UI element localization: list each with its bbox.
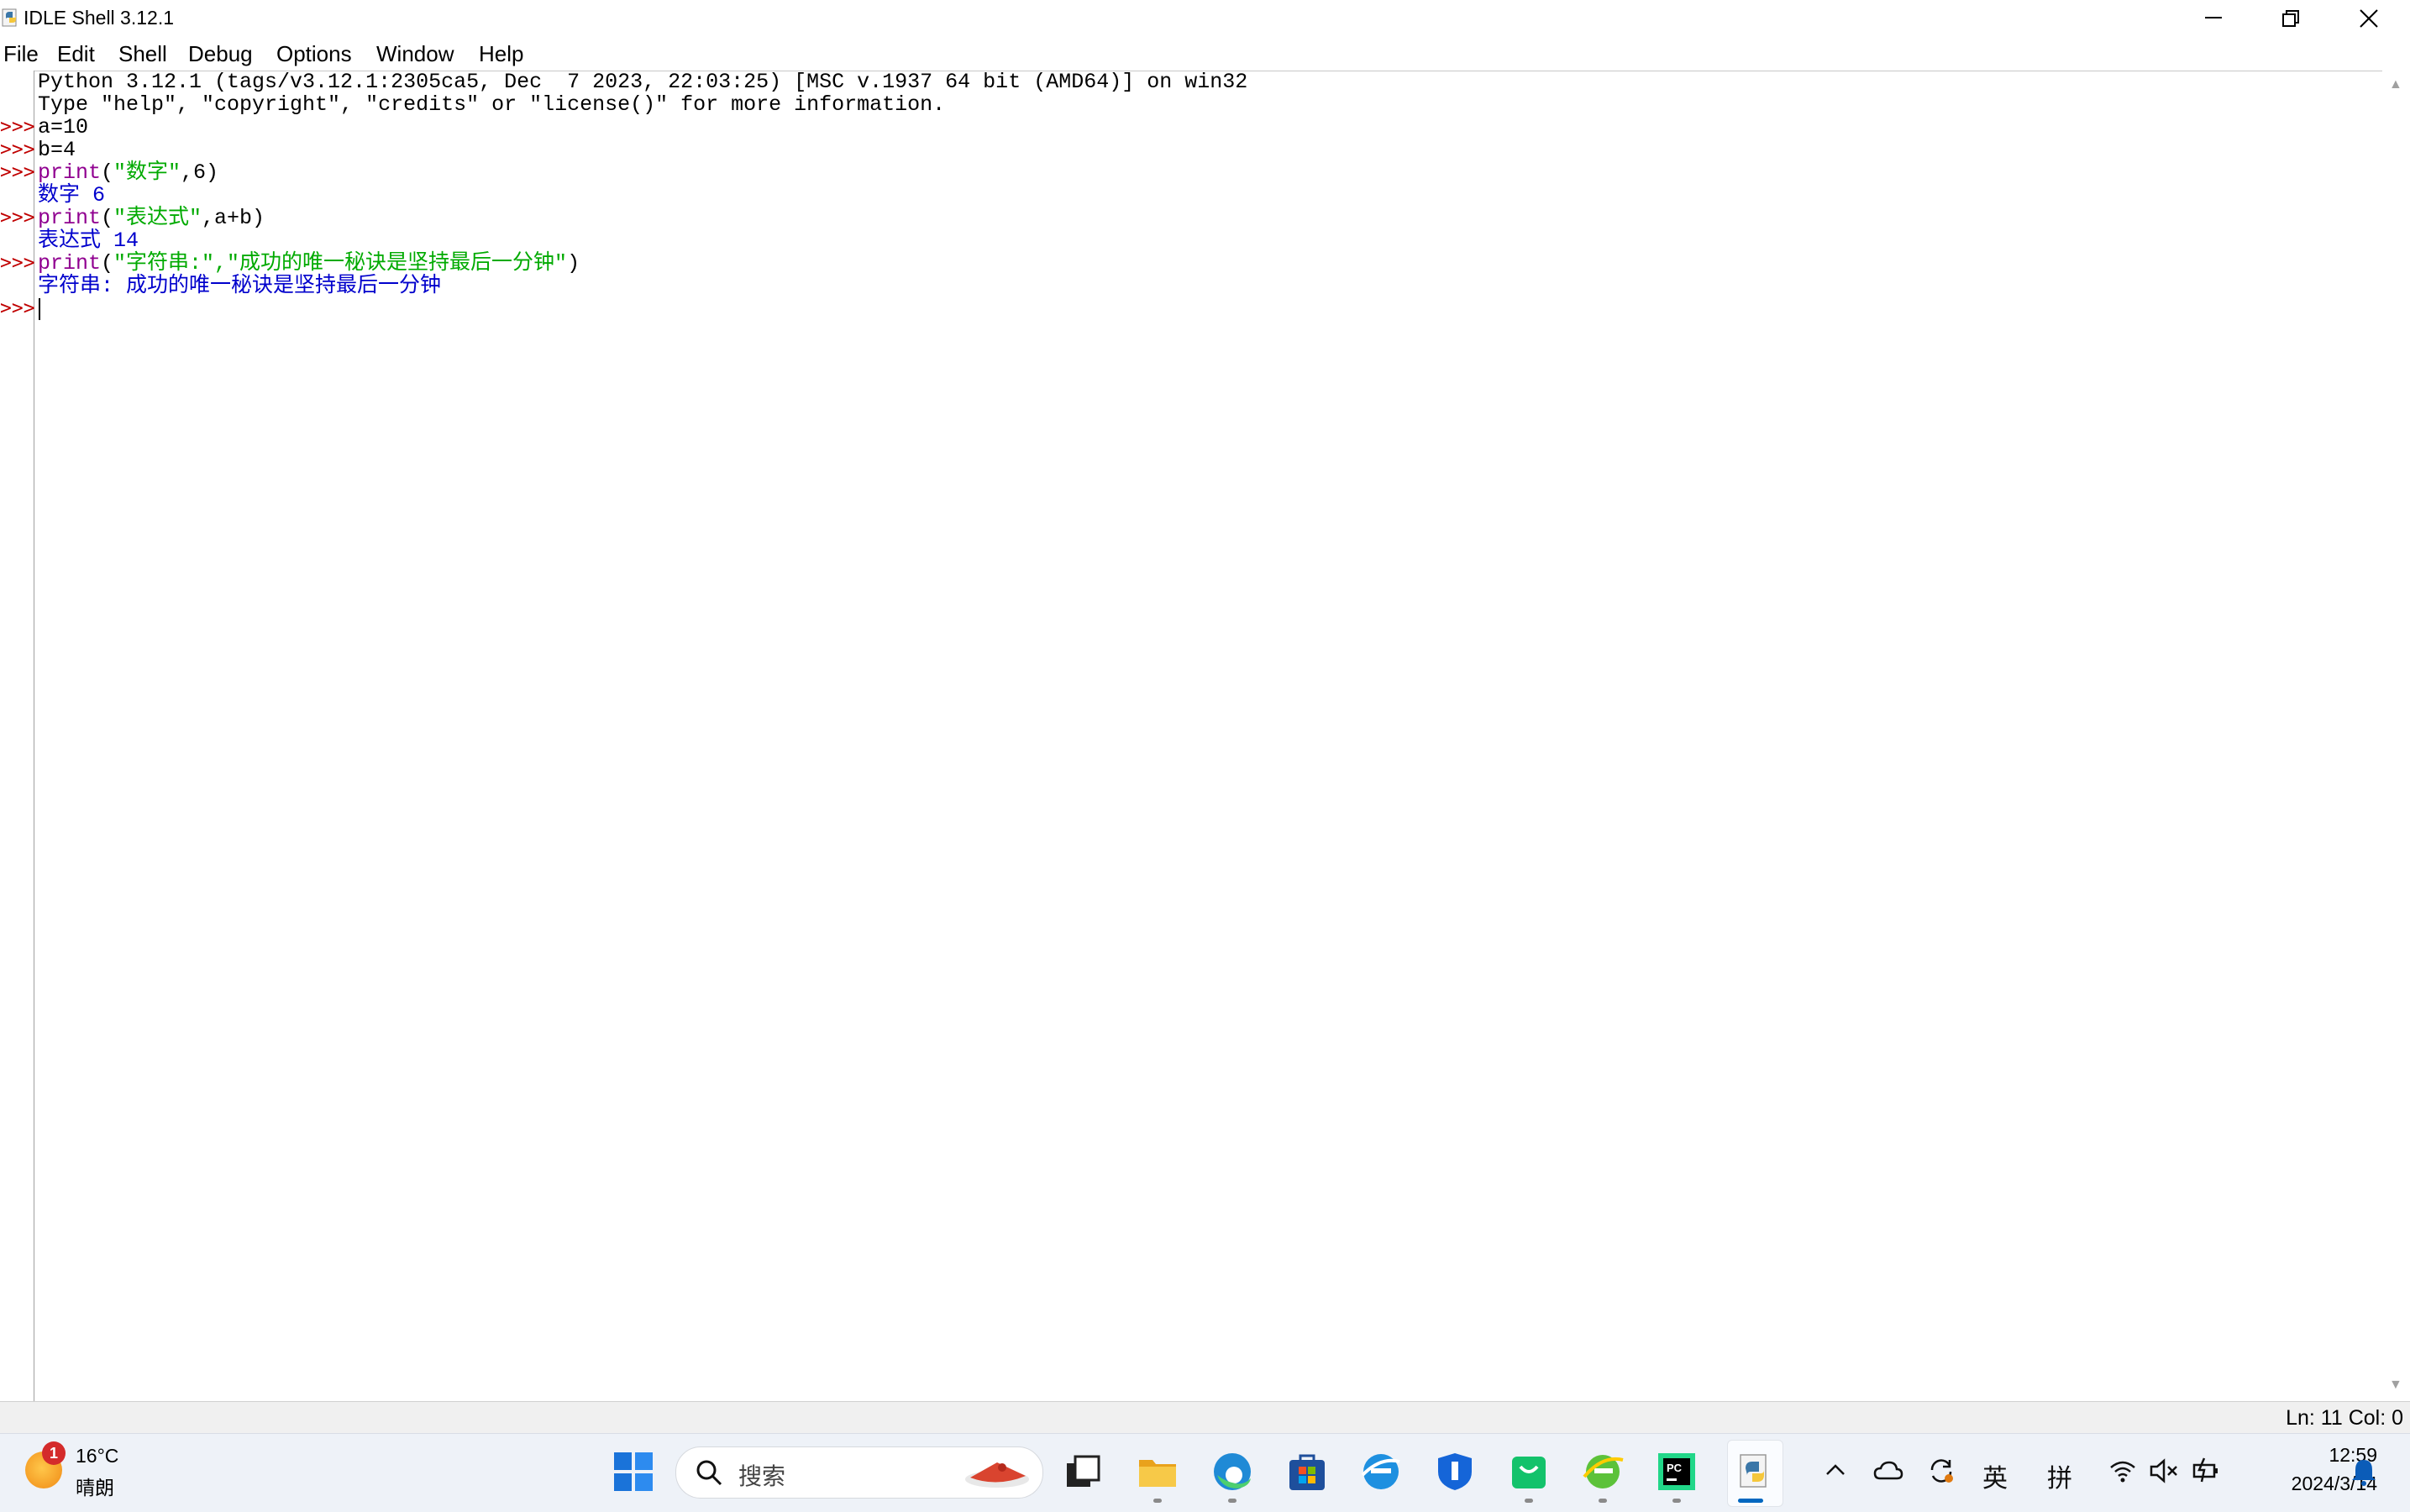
wifi-icon[interactable] <box>2108 1458 2137 1483</box>
banner-line: Python 3.12.1 (tags/v3.12.1:2305ca5, Dec… <box>38 70 1248 94</box>
vertical-scrollbar[interactable]: ▲ ▼ <box>2382 71 2410 1401</box>
title-bar: IDLE Shell 3.12.1 <box>0 0 2410 37</box>
scroll-down-icon[interactable]: ▼ <box>2389 1378 2402 1393</box>
menu-options[interactable]: Options <box>276 41 352 67</box>
paren-token: ( <box>101 251 114 276</box>
input-line: a=10 <box>38 115 89 139</box>
menu-edit[interactable]: Edit <box>57 41 95 67</box>
shell-text-area[interactable]: Python 3.12.1 (tags/v3.12.1:2305ca5, Dec… <box>38 71 2381 1401</box>
notification-bell-icon[interactable] <box>2350 1457 2377 1487</box>
close-button[interactable] <box>2330 0 2407 37</box>
prompt-marker: >>> <box>0 207 35 228</box>
prompt-marker: >>> <box>0 161 35 183</box>
minimize-button[interactable] <box>2176 0 2253 37</box>
speaker-muted-icon[interactable] <box>2149 1458 2179 1483</box>
file-explorer-icon[interactable] <box>1136 1450 1179 1494</box>
search-icon <box>696 1460 722 1486</box>
edge-browser-icon[interactable] <box>1210 1450 1254 1494</box>
status-bar: Ln: 11 Col: 0 <box>0 1401 2410 1434</box>
menu-window[interactable]: Window <box>376 41 454 67</box>
running-indicator <box>1228 1499 1237 1503</box>
python-idle-icon <box>2 8 17 27</box>
security-shield-icon[interactable] <box>1433 1450 1477 1494</box>
python-idle-taskbar-icon[interactable] <box>1732 1450 1776 1494</box>
string-token: "数字" <box>113 160 181 185</box>
ime-pinyin-indicator[interactable]: 拼 <box>2047 1457 2072 1494</box>
green-browser-icon[interactable] <box>1581 1450 1625 1494</box>
microsoft-store-icon[interactable] <box>1285 1450 1329 1494</box>
keyword-token: print <box>38 160 102 185</box>
running-indicator <box>1525 1499 1533 1503</box>
minimize-icon <box>2205 17 2222 18</box>
code-token: ,6) <box>181 160 219 185</box>
output-line: 数字 6 <box>38 183 106 207</box>
code-token: ,a+b) <box>202 206 265 230</box>
taskbar-search[interactable]: 搜索 <box>675 1446 1043 1499</box>
search-placeholder: 搜索 <box>738 1463 786 1489</box>
chevron-up-icon[interactable] <box>1825 1462 1846 1478</box>
string-token: "字符串:","成功的唯一秘诀是坚持最后一分钟" <box>113 251 568 276</box>
search-highlight-pie-icon <box>965 1462 1029 1488</box>
cursor-position: Ln: 11 Col: 0 <box>2286 1406 2403 1430</box>
paren-token: ( <box>101 160 114 185</box>
input-line: print("数字",6) <box>38 161 218 184</box>
menu-bar: File Edit Shell Debug Options Window Hel… <box>0 37 2410 71</box>
window-title: IDLE Shell 3.12.1 <box>24 7 175 29</box>
windows-start-icon[interactable] <box>612 1450 655 1494</box>
menu-debug[interactable]: Debug <box>188 41 253 67</box>
active-indicator <box>1738 1499 1763 1503</box>
ime-english-indicator[interactable]: 英 <box>1982 1457 2008 1494</box>
weather-description[interactable]: 晴朗 <box>76 1472 114 1500</box>
banner-line: Type "help", "copyright", "credits" or "… <box>38 92 946 117</box>
input-line: print("表达式",a+b) <box>38 207 265 229</box>
running-indicator <box>1672 1499 1681 1503</box>
notification-badge: 1 <box>42 1441 66 1465</box>
paren-token: ( <box>101 206 114 230</box>
menu-shell[interactable]: Shell <box>118 41 167 67</box>
svg-text:PC: PC <box>1667 1462 1683 1474</box>
sync-icon[interactable] <box>1927 1457 1956 1485</box>
input-line: b=4 <box>38 138 76 162</box>
output-line: 字符串: 成功的唯一秘诀是坚持最后一分钟 <box>38 274 442 298</box>
prompt-marker: >>> <box>0 116 35 138</box>
input-line: print("字符串:","成功的唯一秘诀是坚持最后一分钟") <box>38 252 580 275</box>
text-cursor <box>39 298 40 320</box>
menu-file[interactable]: File <box>3 41 39 67</box>
onedrive-cloud-icon[interactable] <box>1873 1460 1903 1482</box>
close-icon <box>2360 9 2378 28</box>
menu-help[interactable]: Help <box>479 41 523 67</box>
battery-charging-icon[interactable] <box>2191 1457 2221 1483</box>
prompt-marker: >>> <box>0 139 35 160</box>
code-token: ) <box>567 251 580 276</box>
restore-icon <box>2282 10 2299 27</box>
prompt-marker: >>> <box>0 252 35 274</box>
string-token: "表达式" <box>113 206 202 230</box>
keyword-token: print <box>38 251 102 276</box>
task-view-icon[interactable] <box>1062 1450 1105 1494</box>
internet-explorer-icon[interactable] <box>1359 1450 1403 1494</box>
pycharm-icon[interactable]: PC <box>1655 1450 1699 1494</box>
weather-temperature[interactable]: 16°C <box>76 1445 118 1467</box>
scroll-up-icon[interactable]: ▲ <box>2389 77 2402 92</box>
running-indicator <box>1153 1499 1162 1503</box>
running-indicator <box>1599 1499 1607 1503</box>
prompt-gutter: >>> >>> >>> >>> >>> >>> <box>0 71 35 1401</box>
green-shopping-bag-icon[interactable] <box>1507 1450 1551 1494</box>
prompt-marker: >>> <box>0 297 35 319</box>
restore-button[interactable] <box>2253 0 2330 37</box>
output-line: 表达式 14 <box>38 228 139 253</box>
keyword-token: print <box>38 206 102 230</box>
